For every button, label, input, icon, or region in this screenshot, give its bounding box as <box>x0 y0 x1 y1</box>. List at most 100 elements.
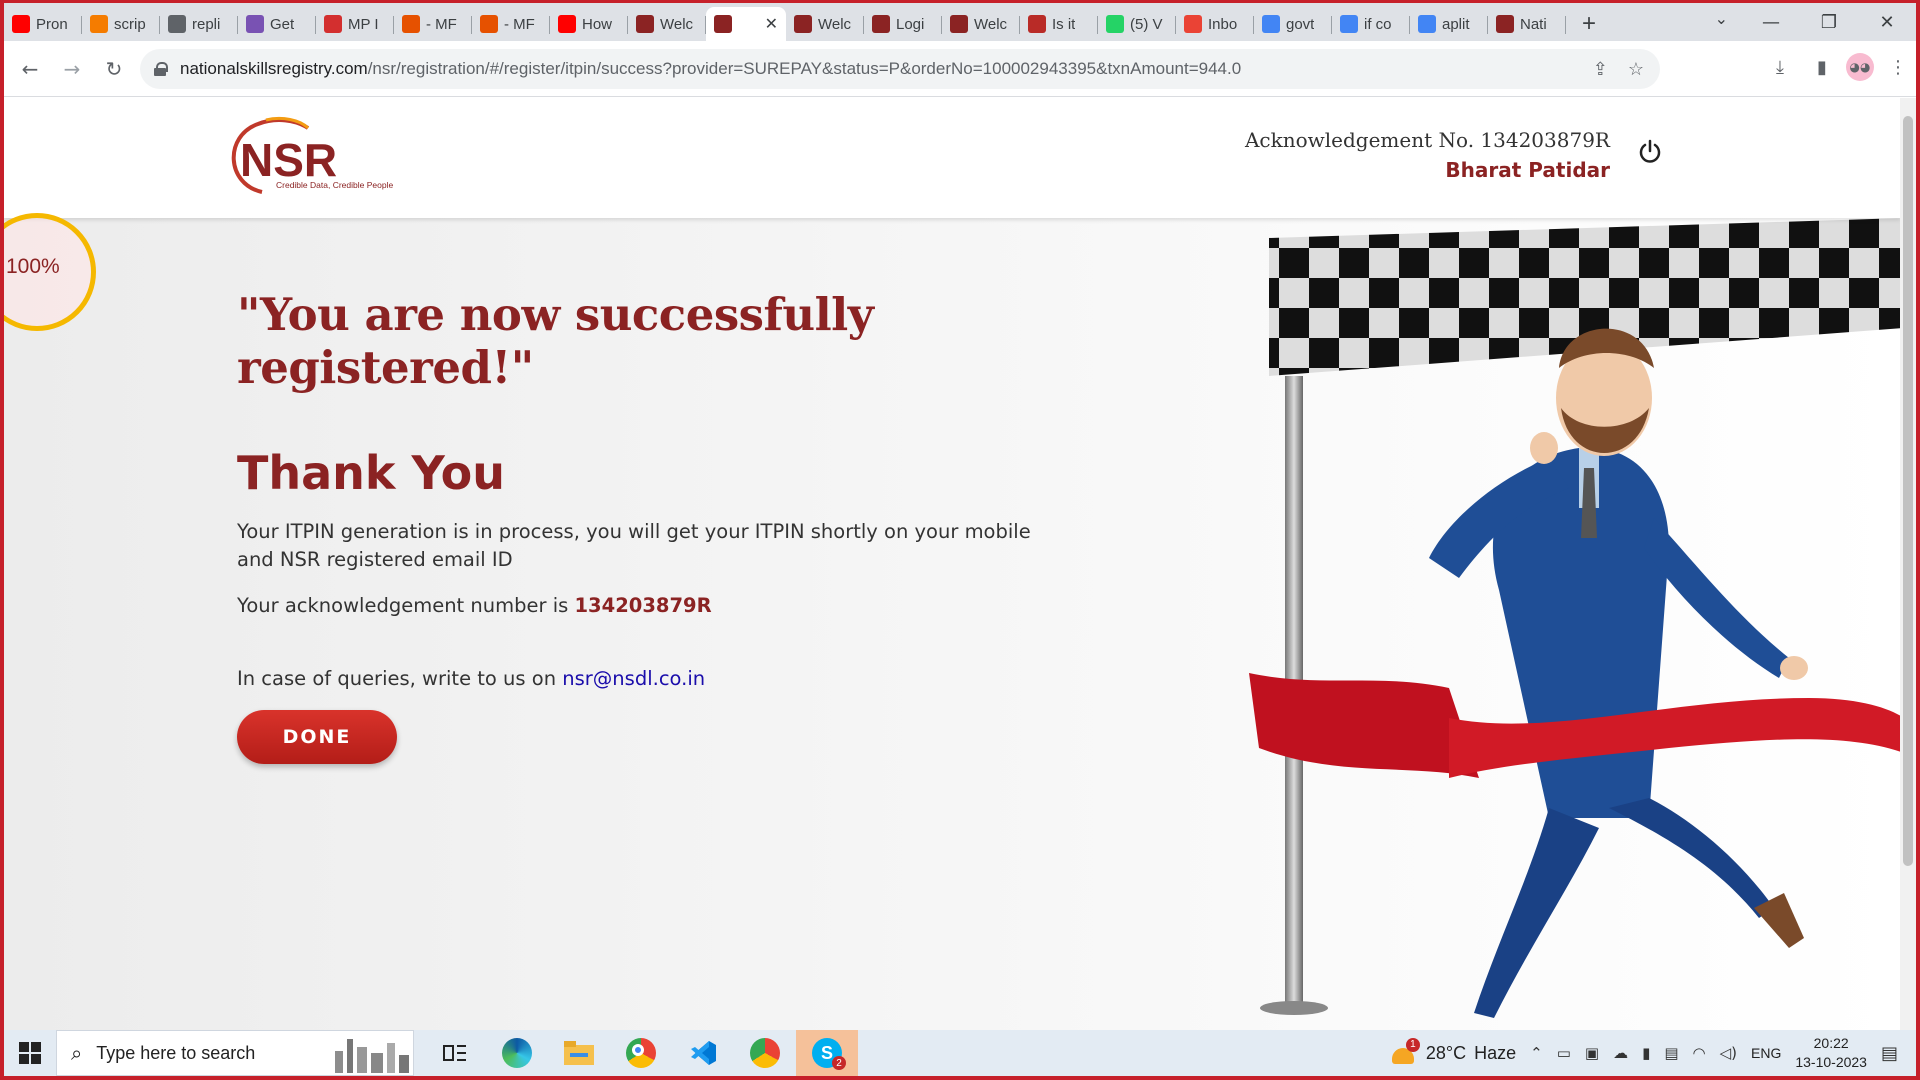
url-host: nationalskillsregistry.com <box>180 59 368 78</box>
window-controls: — ❐ ✕ <box>1742 3 1916 41</box>
tab-active[interactable]: ✕ <box>706 7 786 41</box>
chrome-profile-icon[interactable] <box>734 1030 796 1076</box>
meet-now-icon[interactable]: ▣ <box>1585 1044 1599 1062</box>
acknowledgement-number: Acknowledgement No. 134203879R <box>1244 128 1610 152</box>
close-window-icon[interactable]: ✕ <box>1858 3 1916 41</box>
side-panel-icon[interactable]: ▮ <box>1804 49 1840 85</box>
tab-title: Inbo <box>1208 15 1238 33</box>
language-indicator[interactable]: ENG <box>1751 1045 1781 1061</box>
browser-tab[interactable]: repli <box>160 7 238 41</box>
bootstrap-icon <box>246 15 264 33</box>
tab-search-icon[interactable]: ⌄ <box>1715 9 1728 29</box>
new-tab-icon[interactable]: + <box>1572 7 1606 41</box>
skype-icon[interactable]: S 2 <box>796 1030 858 1076</box>
nsr-icon <box>714 15 732 33</box>
nsr-icon <box>872 15 890 33</box>
scrollbar-thumb[interactable] <box>1903 116 1913 866</box>
volume-icon[interactable]: ◁) <box>1720 1044 1737 1062</box>
thank-you-heading: Thank You <box>237 446 505 500</box>
task-view-icon[interactable] <box>424 1030 486 1076</box>
tab-title: Get <box>270 15 295 33</box>
reload-icon[interactable]: ↻ <box>94 49 134 89</box>
address-bar[interactable]: nationalskillsregistry.com/nsr/registrat… <box>140 49 1660 89</box>
windows-taskbar: ⌕ Type here to search S 2 1 28°C Haze ⌃ … <box>4 1030 1916 1076</box>
browser-tab[interactable]: Get <box>238 7 316 41</box>
browser-tab[interactable]: Welc <box>786 7 864 41</box>
browser-tab[interactable]: Logi <box>864 7 942 41</box>
page-scrollbar[interactable] <box>1900 98 1916 1030</box>
tab-title: (5) V <box>1130 15 1163 33</box>
lock-icon[interactable] <box>154 62 168 76</box>
url-path: /nsr/registration/#/register/itpin/succe… <box>367 59 1242 78</box>
display-icon[interactable]: ▤ <box>1664 1044 1678 1062</box>
tab-title: scrip <box>114 15 146 33</box>
acknowledgement-text: Your acknowledgement number is 134203879… <box>237 594 1097 617</box>
search-highlight-image <box>335 1039 409 1073</box>
browser-tab[interactable]: govt <box>1254 7 1332 41</box>
browser-tab[interactable]: Welc <box>628 7 706 41</box>
restore-icon[interactable]: ❐ <box>1800 3 1858 41</box>
done-button[interactable]: DONE <box>237 710 397 764</box>
browser-tab[interactable]: Welc <box>942 7 1020 41</box>
browser-tab[interactable]: if co <box>1332 7 1410 41</box>
browser-tab[interactable]: - MF <box>472 7 550 41</box>
whatsapp-icon <box>1106 15 1124 33</box>
browser-tab[interactable]: How <box>550 7 628 41</box>
tab-strip: Pron scrip repli Get MP I - MF - MF How Welc ✕ Wel… <box>4 3 1916 41</box>
browser-tab[interactable]: Inbo <box>1176 7 1254 41</box>
edge-icon[interactable] <box>486 1030 548 1076</box>
tab-title: repli <box>192 15 221 33</box>
browser-tab[interactable]: MP I <box>316 7 394 41</box>
nsr-icon <box>950 15 968 33</box>
finish-line-illustration <box>1249 218 1900 1018</box>
show-hidden-icons-icon[interactable]: ⌃ <box>1530 1044 1543 1062</box>
notifications-icon[interactable]: ▤ <box>1881 1043 1898 1064</box>
tab-title: Welc <box>818 15 852 33</box>
file-explorer-icon[interactable] <box>548 1030 610 1076</box>
back-icon[interactable]: ← <box>10 49 50 89</box>
nsr-icon <box>1496 15 1514 33</box>
mp-online-icon <box>402 15 420 33</box>
download-icon[interactable]: ⤓ <box>1762 49 1798 85</box>
share-icon[interactable]: ⇪ <box>1593 59 1608 80</box>
browser-tab[interactable]: - MF <box>394 7 472 41</box>
tab-title: MP I <box>348 15 379 33</box>
support-email-link[interactable]: nsr@nsdl.co.in <box>562 667 705 690</box>
power-logout-icon[interactable] <box>1636 138 1664 166</box>
forward-icon[interactable]: → <box>52 49 92 89</box>
browser-tab[interactable]: Nati <box>1488 7 1566 41</box>
google-icon <box>1340 15 1358 33</box>
bookmark-star-icon[interactable]: ☆ <box>1628 59 1644 80</box>
tab-title: Welc <box>974 15 1008 33</box>
wifi-icon[interactable]: ◠ <box>1693 1044 1706 1062</box>
tab-title: - MF <box>504 15 535 33</box>
windows-start-icon[interactable] <box>4 1030 56 1076</box>
browser-tab[interactable]: Is it <box>1020 7 1098 41</box>
close-tab-icon[interactable]: ✕ <box>765 14 778 34</box>
logo-tagline: Credible Data, Credible People <box>276 180 393 190</box>
onedrive-icon[interactable]: ☁ <box>1613 1044 1628 1062</box>
vscode-icon[interactable] <box>672 1030 734 1076</box>
tab-title: Logi <box>896 15 925 33</box>
browser-tab[interactable]: (5) V <box>1098 7 1176 41</box>
chrome-icon[interactable] <box>610 1030 672 1076</box>
page: NSR Credible Data, Credible People Ackno… <box>4 98 1900 1030</box>
query-text: In case of queries, write to us on nsr@n… <box>237 667 1097 690</box>
account-info: Acknowledgement No. 134203879R Bharat Pa… <box>1245 128 1610 182</box>
weather-widget[interactable]: 1 28°C Haze <box>1391 1038 1516 1064</box>
tab-title: - MF <box>426 15 457 33</box>
minimize-icon[interactable]: — <box>1742 3 1800 41</box>
nsr-logo[interactable]: NSR Credible Data, Credible People <box>222 114 408 202</box>
taskbar-search[interactable]: ⌕ Type here to search <box>56 1030 414 1076</box>
ack-number: 134203879R <box>574 594 712 617</box>
microphone-icon[interactable]: ▮ <box>1642 1044 1650 1062</box>
menu-icon[interactable]: ⋮ <box>1880 49 1916 85</box>
browser-tab[interactable]: aplit <box>1410 7 1488 41</box>
profile-avatar[interactable]: ◕◕ <box>1846 53 1874 81</box>
browser-tab[interactable]: scrip <box>82 7 160 41</box>
system-clock[interactable]: 20:22 13-10-2023 <box>1795 1034 1867 1072</box>
battery-icon[interactable]: ▭ <box>1557 1044 1571 1062</box>
scripts-icon <box>90 15 108 33</box>
browser-tab[interactable]: Pron <box>4 7 82 41</box>
search-icon: ⌕ <box>71 1041 83 1065</box>
